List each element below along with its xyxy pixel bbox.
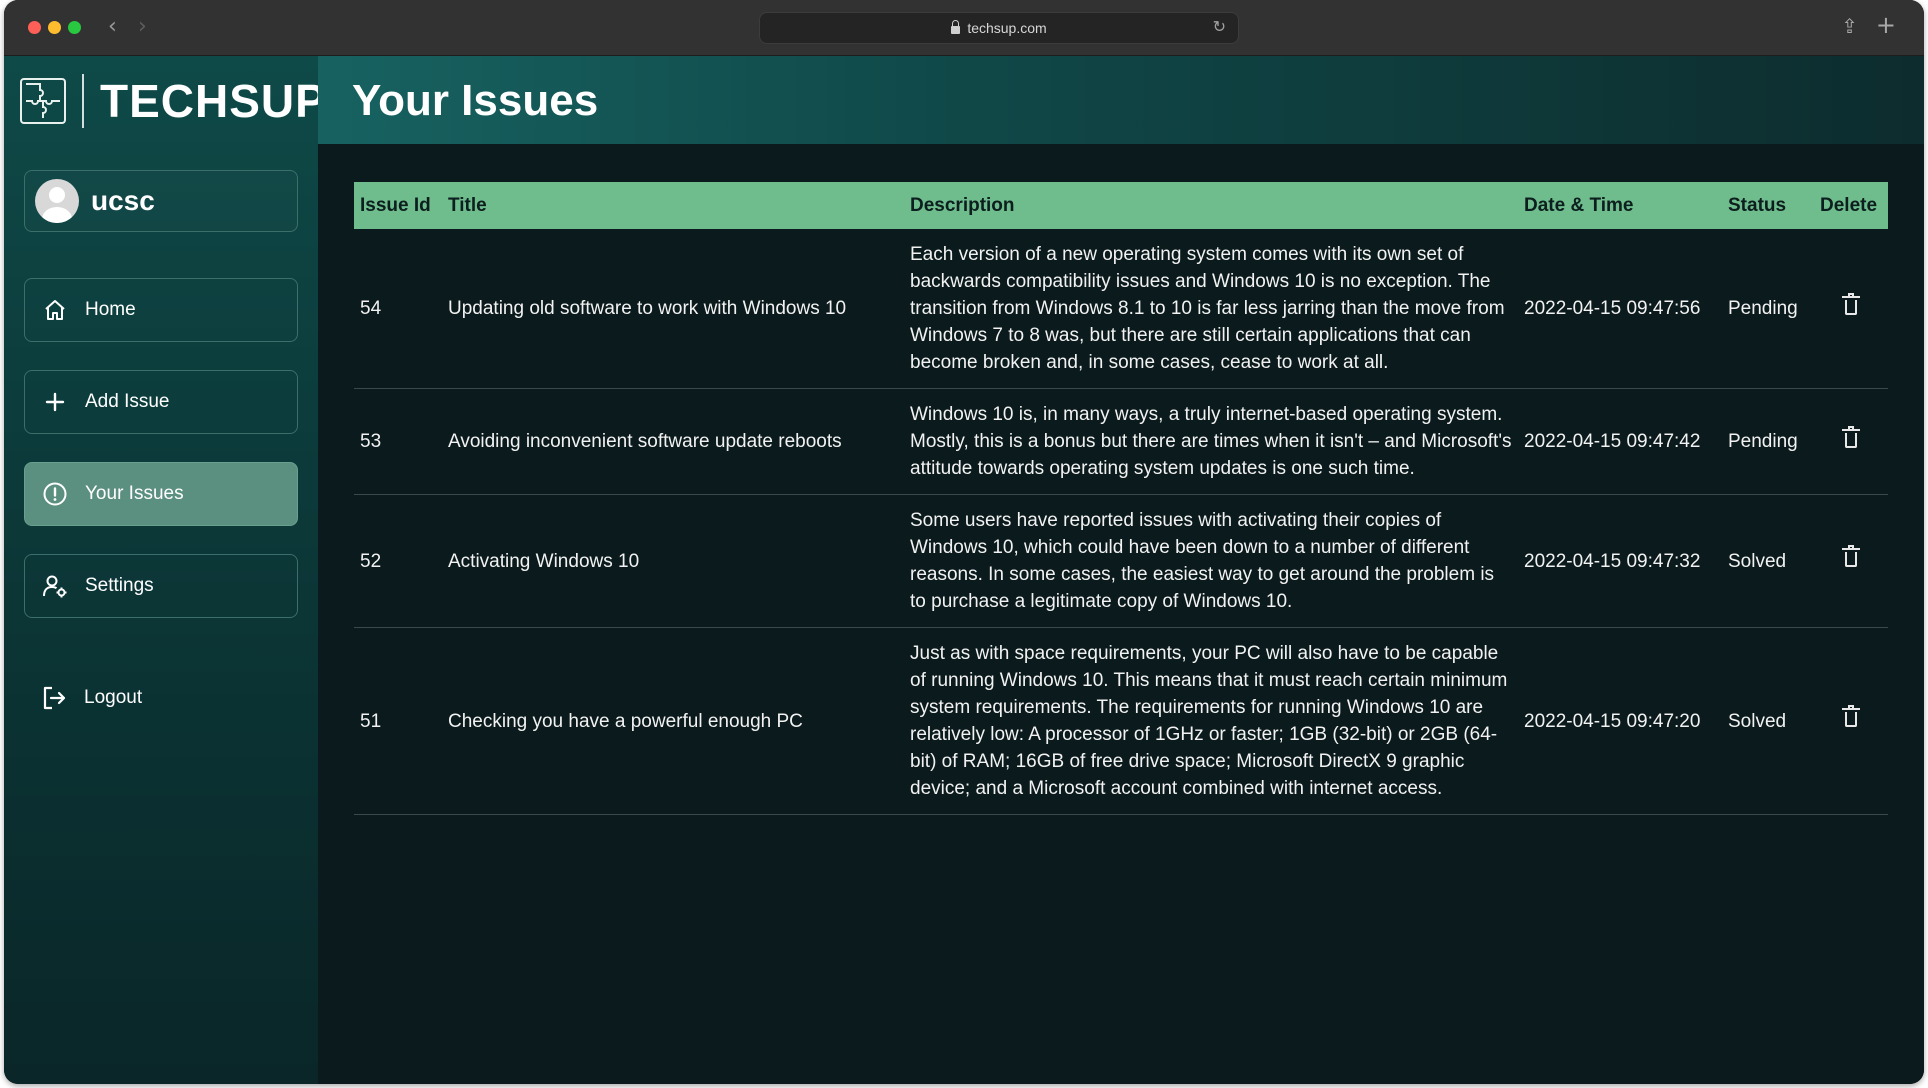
- header-description[interactable]: Description: [904, 182, 1518, 229]
- issue-datetime-cell: 2022-04-15 09:47:32: [1518, 494, 1722, 628]
- alert-circle-icon: [41, 480, 69, 508]
- sidebar-item-settings[interactable]: Settings: [24, 554, 298, 618]
- trash-icon[interactable]: [1842, 292, 1860, 315]
- issue-datetime-cell: 2022-04-15 09:47:20: [1518, 627, 1722, 815]
- page-header: Your Issues: [318, 56, 1924, 144]
- sidebar-item-label: Settings: [85, 575, 154, 596]
- issue-status-cell: Pending: [1722, 388, 1814, 495]
- zoom-window-button[interactable]: [68, 21, 81, 34]
- issue-id-cell: 54: [354, 229, 442, 389]
- issue-description-cell: Windows 10 is, in many ways, a truly int…: [904, 388, 1518, 495]
- username: ucsc: [91, 185, 155, 216]
- issue-datetime-cell: 2022-04-15 09:47:42: [1518, 388, 1722, 495]
- issue-id-cell: 53: [354, 388, 442, 495]
- plus-icon: [41, 388, 69, 416]
- delete-cell: [1814, 627, 1888, 815]
- header-issue-id[interactable]: Issue Id: [354, 182, 442, 229]
- issue-status-cell: Solved: [1722, 627, 1814, 815]
- browser-titlebar: ‹ › techsup.com ↻ ⇪ +: [4, 0, 1924, 56]
- user-card[interactable]: ucsc: [24, 170, 298, 232]
- issue-status-cell: Solved: [1722, 494, 1814, 628]
- url-text: techsup.com: [967, 20, 1047, 36]
- header-title[interactable]: Title: [442, 182, 904, 229]
- header-delete: Delete: [1814, 182, 1888, 229]
- sidebar-item-your-issues[interactable]: Your Issues: [24, 462, 298, 526]
- home-icon: [41, 296, 69, 324]
- issue-description-cell: Each version of a new operating system c…: [904, 229, 1518, 389]
- address-bar[interactable]: techsup.com ↻: [759, 12, 1239, 44]
- share-icon[interactable]: ⇪: [1841, 14, 1858, 38]
- puzzle-logo-icon: [20, 78, 66, 124]
- trash-icon[interactable]: [1842, 545, 1860, 567]
- new-tab-icon[interactable]: +: [1876, 11, 1896, 39]
- sidebar-item-label: Logout: [84, 687, 143, 708]
- brand[interactable]: TECHSUP: [20, 72, 327, 130]
- issue-title-cell: Checking you have a powerful enough PC: [442, 627, 904, 815]
- issues-table: Issue Id Title Description Date & Time S…: [354, 182, 1888, 815]
- issue-title-cell: Avoiding inconvenient software update re…: [442, 388, 904, 495]
- sidebar: TECHSUP ucsc Home Add Issue Your Issues: [4, 56, 326, 1084]
- issue-description-cell: Some users have reported issues with act…: [904, 494, 1518, 628]
- sidebar-item-label: Add Issue: [85, 391, 170, 412]
- header-date-time[interactable]: Date & Time: [1518, 182, 1722, 229]
- sidebar-item-label: Your Issues: [85, 483, 184, 504]
- brand-name: TECHSUP: [100, 75, 327, 127]
- trash-icon[interactable]: [1842, 705, 1860, 727]
- sidebar-item-logout[interactable]: Logout: [24, 666, 298, 730]
- issue-datetime-cell: 2022-04-15 09:47:56: [1518, 229, 1722, 389]
- header-status[interactable]: Status: [1722, 182, 1814, 229]
- user-settings-icon: [41, 572, 69, 600]
- sidebar-item-label: Home: [85, 299, 136, 320]
- close-window-button[interactable]: [28, 21, 41, 34]
- forward-icon[interactable]: ›: [138, 14, 147, 40]
- brand-divider: [82, 74, 84, 128]
- browser-window: ‹ › techsup.com ↻ ⇪ + TECHSUP ucsc Home …: [4, 0, 1924, 1084]
- issue-title-cell: Activating Windows 10: [442, 494, 904, 628]
- sidebar-item-add-issue[interactable]: Add Issue: [24, 370, 298, 434]
- table-row[interactable]: 54 Updating old software to work with Wi…: [354, 229, 1888, 389]
- issue-title-cell: Updating old software to work with Windo…: [442, 229, 904, 389]
- delete-cell: [1814, 388, 1888, 495]
- delete-cell: [1814, 494, 1888, 628]
- delete-cell: [1814, 229, 1888, 389]
- table-row[interactable]: 52 Activating Windows 10 Some users have…: [354, 494, 1888, 628]
- issue-id-cell: 51: [354, 627, 442, 815]
- lock-icon: [951, 20, 961, 34]
- sidebar-item-home[interactable]: Home: [24, 278, 298, 342]
- avatar: [35, 179, 79, 223]
- issue-description-cell: Just as with space requirements, your PC…: [904, 627, 1518, 815]
- back-icon[interactable]: ‹: [108, 14, 117, 40]
- minimize-window-button[interactable]: [48, 21, 61, 34]
- reload-icon[interactable]: ↻: [1213, 17, 1226, 36]
- issue-id-cell: 52: [354, 494, 442, 628]
- trash-icon[interactable]: [1842, 425, 1860, 448]
- logout-icon: [40, 684, 68, 712]
- page-title: Your Issues: [352, 76, 599, 125]
- issue-status-cell: Pending: [1722, 229, 1814, 389]
- table-header-row: Issue Id Title Description Date & Time S…: [354, 182, 1888, 229]
- main-content: Your Issues Issue Id Title Description D…: [318, 56, 1924, 1084]
- table-row[interactable]: 51 Checking you have a powerful enough P…: [354, 627, 1888, 815]
- table-row[interactable]: 53 Avoiding inconvenient software update…: [354, 388, 1888, 495]
